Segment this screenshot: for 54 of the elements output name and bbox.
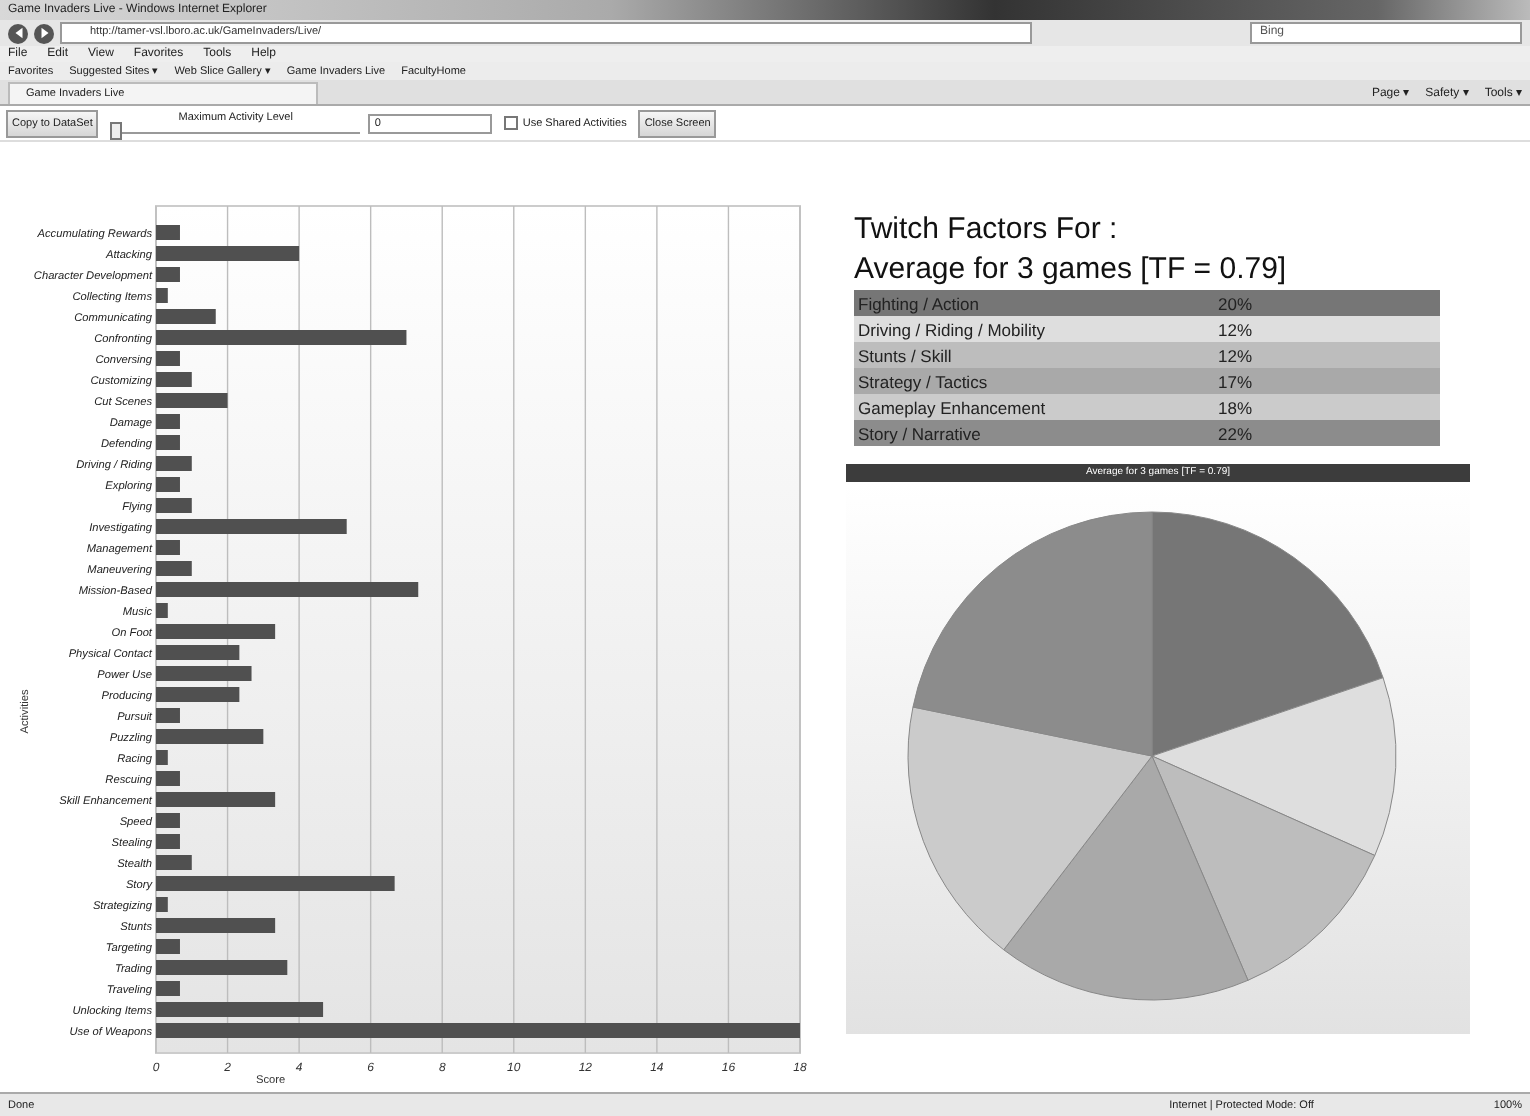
bar [156,414,180,429]
bar [156,477,180,492]
bar [156,834,180,849]
bar [156,645,240,660]
bar [156,435,180,450]
bar [156,267,180,282]
table-cell-text: Gameplay Enhancement [858,397,1048,417]
table-cell: 12% [1218,319,1253,339]
bar [156,498,192,513]
bar [156,624,276,639]
bar [156,750,168,765]
bar [156,246,300,261]
bar [156,981,180,996]
heading: Twitch Factors For : [854,210,1120,250]
bar [156,918,276,933]
bar [156,855,192,870]
bar [156,225,180,240]
bar [156,456,192,471]
table-cell-text: Driving / Riding / Mobility [858,319,1048,339]
bar [156,771,180,786]
bar [156,729,264,744]
bar [156,309,216,324]
bar [156,561,192,576]
table-cell: 22% [1218,423,1253,443]
table-cell-text: Strategy / Tactics [858,371,990,391]
bar [156,540,180,555]
table-cell: 12% [1218,345,1253,365]
bar [156,288,168,303]
bar [156,960,288,975]
bar [156,603,168,618]
bar [156,708,180,723]
table-cell: 18% [1218,397,1253,417]
bar [156,897,168,912]
checkbox[interactable] [504,116,519,130]
forward-button[interactable] [34,23,54,43]
table-cell: 17% [1218,371,1253,391]
slider-track[interactable] [110,124,361,134]
bar [156,792,276,807]
table-cell-text: Stunts / Skill [858,345,954,365]
left-arrow-icon [11,26,25,40]
right-arrow-icon [37,26,51,40]
bar [156,813,180,828]
back-button[interactable] [8,23,28,43]
bar [156,939,180,954]
bar [156,351,180,366]
subheading: Average for 3 games [TF = 0.79] [854,250,1289,290]
bar [156,393,228,408]
bar [156,372,192,387]
table-cell-text: Story / Narrative [858,423,983,443]
slider-thumb[interactable] [110,122,123,140]
table-cell: 20% [1218,293,1253,313]
bar [156,687,240,702]
table-cell-text: Fighting / Action [858,293,981,313]
bar [156,666,252,681]
